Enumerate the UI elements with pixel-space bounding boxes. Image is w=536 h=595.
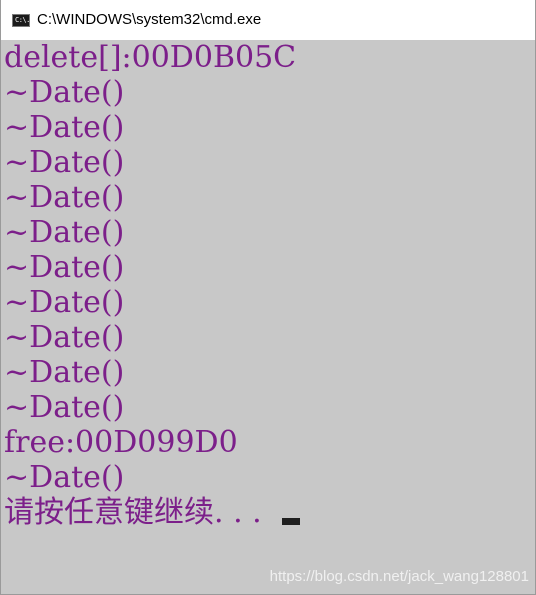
window-title: C:\WINDOWS\system32\cmd.exe bbox=[37, 11, 262, 28]
cmd-app-icon[interactable]: C:\. bbox=[12, 13, 30, 27]
console-line: ~Date() bbox=[4, 250, 125, 285]
console-line: ~Date() bbox=[4, 320, 125, 355]
console-window: C:\. C:\WINDOWS\system32\cmd.exe delete[… bbox=[0, 0, 536, 595]
title-bar[interactable]: C:\. C:\WINDOWS\system32\cmd.exe bbox=[1, 0, 535, 40]
cmd-icon-glyph: C:\. bbox=[15, 15, 30, 24]
console-line: ~Date() bbox=[4, 145, 125, 180]
console-line: ~Date() bbox=[4, 390, 125, 425]
watermark: https://blog.csdn.net/jack_wang128801 bbox=[269, 568, 529, 585]
console-line: delete[]:00D0B05C bbox=[4, 40, 297, 75]
console-line: ~Date() bbox=[4, 110, 125, 145]
console-output[interactable]: delete[]:00D0B05C ~Date() ~Date() ~Date(… bbox=[1, 40, 535, 594]
console-line: ~Date() bbox=[4, 180, 125, 215]
console-line: ~Date() bbox=[4, 215, 125, 250]
press-any-key-prompt: 请按任意键继续. . . bbox=[4, 495, 300, 530]
console-line: free:00D099D0 bbox=[4, 425, 238, 460]
text-cursor bbox=[281, 518, 300, 525]
console-line: ~Date() bbox=[4, 285, 125, 320]
prompt-text: 请按任意键继续. . . bbox=[4, 495, 262, 530]
console-line: ~Date() bbox=[4, 460, 125, 495]
console-line: ~Date() bbox=[4, 355, 125, 390]
console-line: ~Date() bbox=[4, 75, 125, 110]
